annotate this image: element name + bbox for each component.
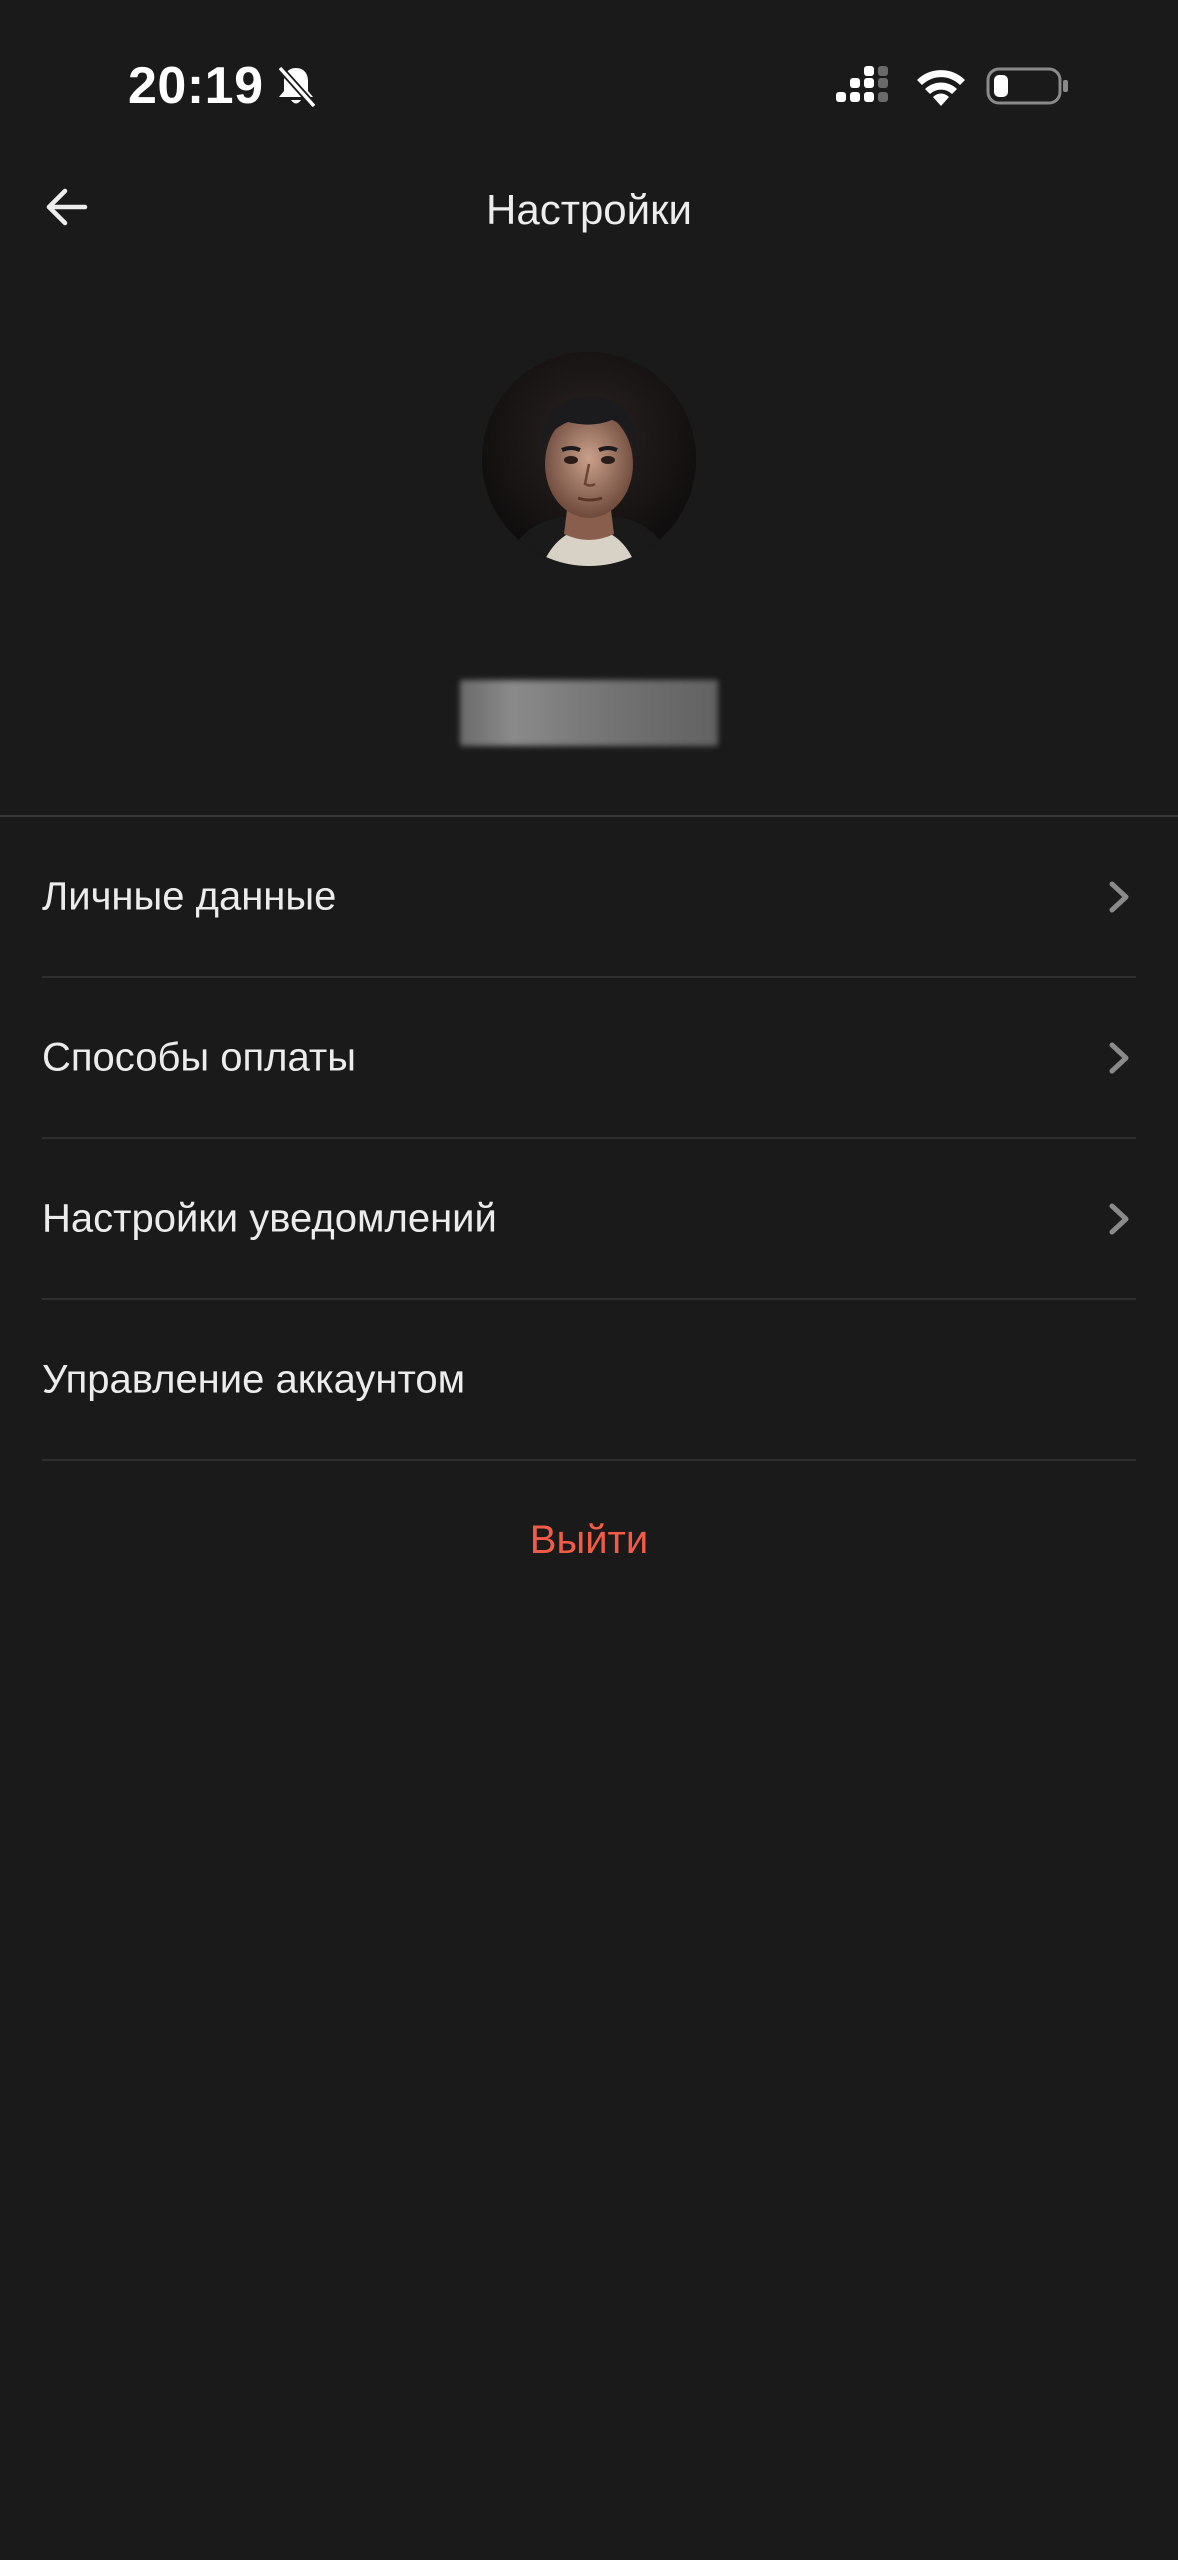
chevron-right-icon xyxy=(1109,1203,1129,1234)
menu-item-account-management[interactable]: Управление аккаунтом xyxy=(42,1300,1136,1461)
profile-name-obscured xyxy=(460,680,718,746)
settings-screen: 20:19 Настройки Личные данные Способы оп… xyxy=(0,0,1178,2560)
menu-item-notification-settings[interactable]: Настройки уведомлений xyxy=(42,1139,1136,1300)
status-time: 20:19 xyxy=(128,57,264,115)
menu-item-personal-data[interactable]: Личные данные xyxy=(42,817,1136,978)
page-title: Настройки xyxy=(486,186,692,233)
cellular-signal-icon xyxy=(836,66,888,102)
wifi-icon xyxy=(917,70,965,106)
chevron-right-icon xyxy=(1109,1042,1129,1073)
chevron-right-icon xyxy=(1109,881,1129,912)
bell-off-icon xyxy=(277,65,317,109)
menu-item-label: Настройки уведомлений xyxy=(42,1196,497,1240)
battery-icon xyxy=(986,67,1068,105)
logout-button[interactable]: Выйти xyxy=(0,1510,1178,1570)
menu-item-label: Способы оплаты xyxy=(42,1035,356,1079)
status-bar: 20:19 xyxy=(0,0,1178,170)
menu-item-label: Управление аккаунтом xyxy=(42,1357,466,1401)
menu-item-payment-methods[interactable]: Способы оплаты xyxy=(42,978,1136,1139)
avatar[interactable] xyxy=(482,352,696,566)
menu-item-label: Личные данные xyxy=(42,874,337,918)
settings-menu: Личные данные Способы оплаты Настройки у… xyxy=(42,817,1136,1461)
